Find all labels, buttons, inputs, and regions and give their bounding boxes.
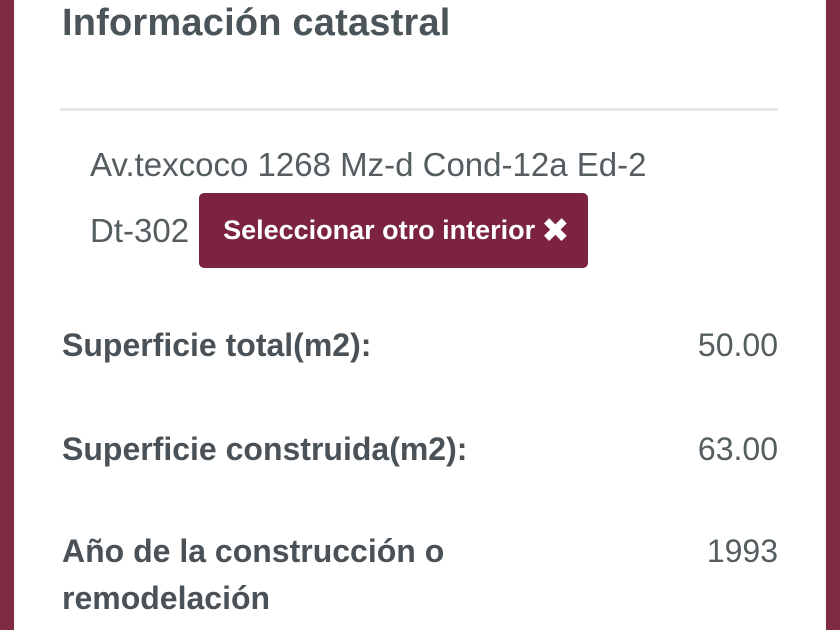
close-icon: ✖ [541,211,570,250]
address-line-2: Dt-302 [90,212,190,249]
panel-title: Información catastral [62,2,451,44]
cadastral-info-panel: Información catastral Av.texcoco 1268 Mz… [14,0,826,630]
field-value: 50.00 [697,327,778,363]
field-value: 63.00 [697,431,778,467]
address-line-1: Av.texcoco 1268 Mz-d Cond-12a Ed-2 [90,146,647,183]
select-other-interior-button[interactable]: Seleccionar otro interior ✖ [199,193,588,268]
field-label: Año de la construcción o remodelación [62,533,445,616]
field-label: Superficie total(m2): [62,327,372,363]
title-divider [60,108,778,111]
property-address: Av.texcoco 1268 Mz-d Cond-12a Ed-2 Dt-30… [90,136,730,268]
field-value: 1993 [706,533,778,569]
select-other-interior-label: Seleccionar otro interior [223,215,536,245]
address-line-2-container: Dt-302 Seleccionar otro interior ✖ [90,193,730,268]
field-label: Superficie construida(m2): [62,431,468,467]
